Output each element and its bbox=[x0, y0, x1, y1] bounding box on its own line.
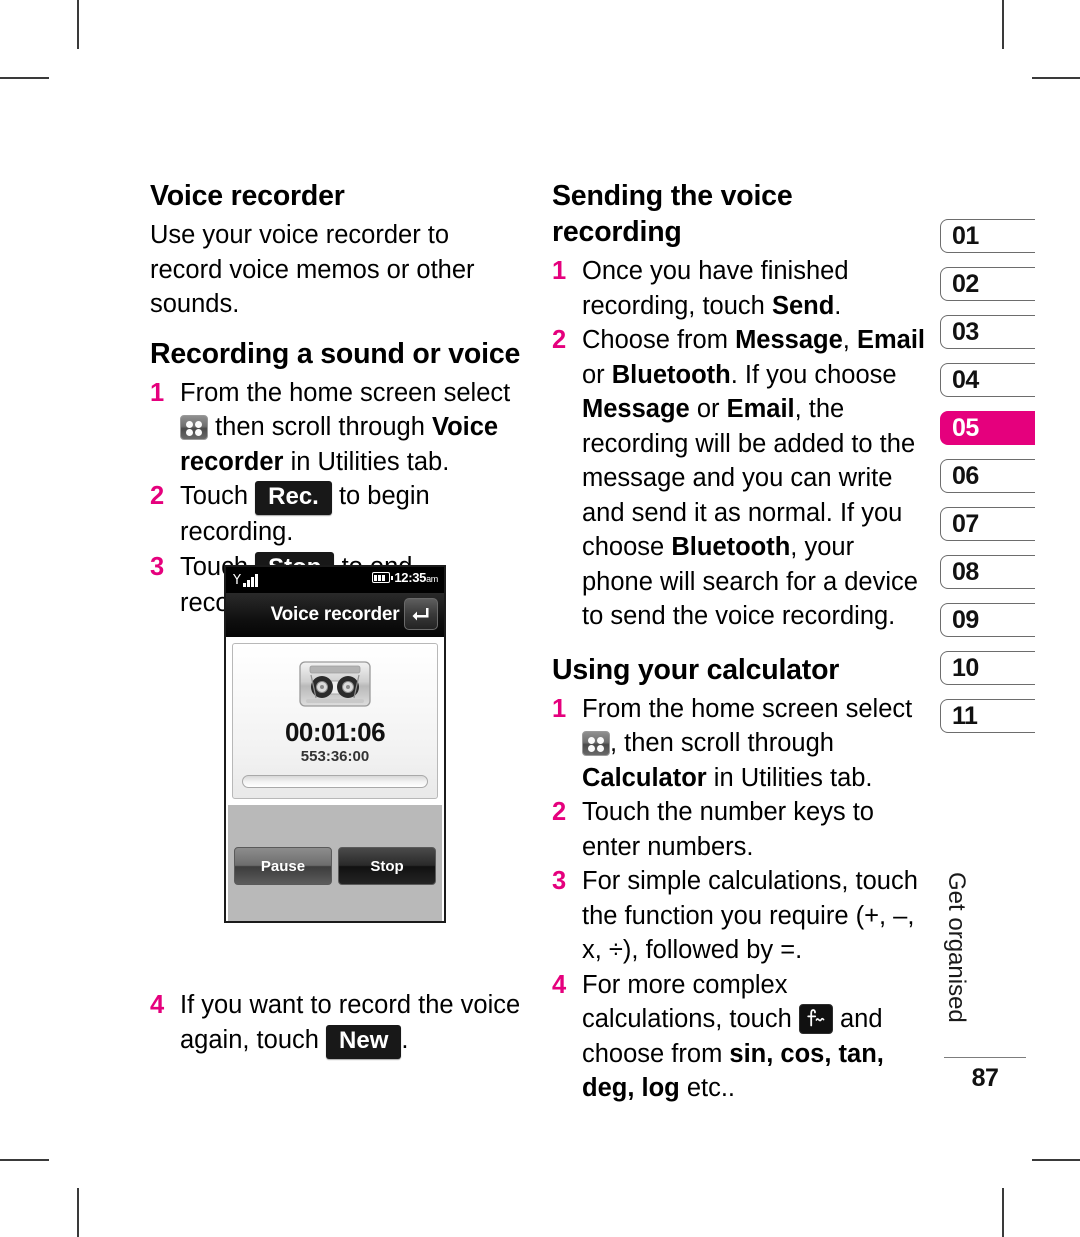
list-item: 4 For more complex calculations, touch a… bbox=[552, 968, 926, 1106]
step-number: 4 bbox=[552, 970, 567, 999]
clock-meridiem: am bbox=[426, 574, 438, 584]
clock-time: 12:35 bbox=[394, 570, 427, 585]
step-number: 1 bbox=[552, 694, 567, 723]
heading-voice-recorder: Voice recorder bbox=[150, 180, 345, 212]
elapsed-time: 00:01:06 bbox=[284, 717, 386, 747]
phone-status-bar: Y 12:35am bbox=[226, 567, 444, 593]
calculator-steps-list: 1 From the home screen select , then scr… bbox=[552, 692, 926, 1106]
chapter-tab-rail: 01 02 03 04 05 06 07 08 09 10 11 bbox=[940, 219, 1035, 747]
step-text-a: Touch the number keys to enter numbers. bbox=[582, 798, 874, 861]
list-item: 1 Once you have finished recording, touc… bbox=[552, 254, 926, 323]
sidebar-item-tab-02[interactable]: 02 bbox=[940, 267, 1035, 301]
phone-button-row: Pause Stop bbox=[234, 847, 436, 885]
step-bold-email-2: Email bbox=[726, 395, 795, 423]
list-item: 1 From the home screen select then scrol… bbox=[150, 376, 522, 480]
right-column: Sending the voice recording 1 Once you h… bbox=[552, 178, 926, 1106]
step-number: 1 bbox=[150, 378, 165, 407]
phone-title-bar: Voice recorder bbox=[226, 593, 444, 637]
rec-key[interactable]: Rec. bbox=[255, 481, 332, 515]
folio-rule bbox=[944, 1057, 1026, 1058]
heading-recording-a-sound-or-voice: Recording a sound or voice bbox=[150, 337, 521, 370]
step-bold-bluetooth-2: Bluetooth bbox=[671, 533, 791, 561]
step-number: 3 bbox=[150, 552, 165, 581]
step-text-b: . bbox=[834, 291, 842, 320]
pause-button[interactable]: Pause bbox=[234, 847, 332, 885]
step-bold-bluetooth: Bluetooth bbox=[611, 360, 731, 389]
sidebar-item-tab-03[interactable]: 03 bbox=[940, 315, 1035, 349]
phone-lower-area: Pause Stop bbox=[228, 805, 442, 921]
heading-using-your-calculator: Using your calculator bbox=[552, 653, 840, 686]
sidebar-item-tab-09[interactable]: 09 bbox=[940, 603, 1035, 637]
cassette-tape-icon bbox=[299, 661, 371, 707]
sidebar-item-tab-06[interactable]: 06 bbox=[940, 459, 1035, 493]
stop-button[interactable]: Stop bbox=[338, 847, 436, 885]
app-grid-icon[interactable] bbox=[582, 731, 610, 756]
step-number: 1 bbox=[552, 257, 567, 285]
sidebar-item-tab-08[interactable]: 08 bbox=[940, 555, 1035, 589]
step-bold-send: Send bbox=[771, 291, 835, 320]
step-text-c: etc.. bbox=[679, 1074, 736, 1102]
step-text-a: Choose from bbox=[582, 326, 736, 354]
step-text-e: or bbox=[689, 395, 727, 423]
step-number: 4 bbox=[150, 991, 165, 1019]
back-arrow-icon[interactable] bbox=[404, 598, 438, 630]
recording-panel: 00:01:06 553:36:00 bbox=[232, 643, 438, 799]
step-bold-message-2: Message bbox=[582, 395, 690, 423]
sidebar-item-tab-11[interactable]: 11 bbox=[940, 699, 1035, 733]
voice-recorder-intro: Use your voice recorder to record voice … bbox=[150, 221, 475, 318]
step-text-b: , then scroll through bbox=[610, 729, 834, 757]
step-text-d: . If you choose bbox=[730, 360, 897, 389]
step-number: 2 bbox=[552, 326, 567, 354]
sidebar-item-tab-04[interactable]: 04 bbox=[940, 363, 1035, 397]
phone-title-text: Voice recorder bbox=[270, 604, 400, 625]
step-text-a: Touch bbox=[180, 482, 249, 510]
running-head: Get organised bbox=[943, 872, 970, 1023]
battery-icon bbox=[372, 572, 394, 583]
phone-screenshot: Y 12:35am Voice recorder 00:01:06 553:36… bbox=[224, 565, 446, 923]
sidebar-item-tab-01[interactable]: 01 bbox=[940, 219, 1035, 253]
list-item: 2 Choose from Message, Email or Bluetoot… bbox=[552, 323, 926, 634]
list-item: 2 Touch Rec. to begin recording. bbox=[150, 479, 522, 550]
list-item: 2 Touch the number keys to enter numbers… bbox=[552, 795, 926, 864]
signal-bars-icon: Y bbox=[233, 572, 258, 587]
step-text-c: or bbox=[582, 360, 612, 389]
manual-page: Voice recorder Use your voice recorder t… bbox=[0, 0, 1080, 1237]
remaining-time: 553:36:00 bbox=[300, 748, 370, 765]
step-text-a: From the home screen select bbox=[582, 694, 913, 723]
sidebar-item-tab-07[interactable]: 07 bbox=[940, 507, 1035, 541]
step-number: 2 bbox=[552, 798, 567, 826]
sidebar-item-tab-10[interactable]: 10 bbox=[940, 651, 1035, 685]
status-clock: 12:35am bbox=[394, 570, 438, 585]
step-text-b: then scroll through bbox=[215, 413, 432, 441]
list-item: 3 For simple calculations, touch the fun… bbox=[552, 864, 926, 968]
heading-sending-the-voice-recording: Sending the voice recording bbox=[552, 180, 793, 248]
app-grid-icon[interactable] bbox=[180, 415, 208, 440]
status-right-group: 12:35am bbox=[372, 570, 438, 585]
step-text-a: For more complex calculations, touch bbox=[582, 970, 792, 1034]
step-bold-email: Email bbox=[856, 326, 926, 354]
step-text-a: From the home screen select bbox=[180, 378, 511, 407]
list-item: 1 From the home screen select , then scr… bbox=[552, 692, 926, 796]
step-text-c: in Utilities tab. bbox=[706, 763, 873, 792]
page-number: 87 bbox=[971, 1064, 999, 1092]
step-text-b: . bbox=[401, 1025, 409, 1054]
step-number: 2 bbox=[150, 482, 165, 510]
step-text-b: , bbox=[842, 326, 857, 354]
new-key[interactable]: New bbox=[326, 1024, 402, 1059]
recording-steps-list-continued: 4 If you want to record the voice again,… bbox=[150, 988, 522, 1059]
list-item: 4 If you want to record the voice again,… bbox=[150, 988, 522, 1059]
step-text-c: in Utilities tab. bbox=[283, 447, 450, 476]
sidebar-item-tab-05[interactable]: 05 bbox=[940, 411, 1035, 445]
step-text-a: For simple calculations, touch the funct… bbox=[582, 867, 918, 964]
sending-steps-list: 1 Once you have finished recording, touc… bbox=[552, 254, 926, 634]
math-function-icon[interactable] bbox=[798, 1004, 833, 1034]
step-bold-message: Message bbox=[735, 326, 843, 354]
recording-progress-bar bbox=[242, 775, 428, 788]
step-number: 3 bbox=[552, 867, 567, 895]
step-bold-calculator: Calculator bbox=[582, 763, 707, 792]
